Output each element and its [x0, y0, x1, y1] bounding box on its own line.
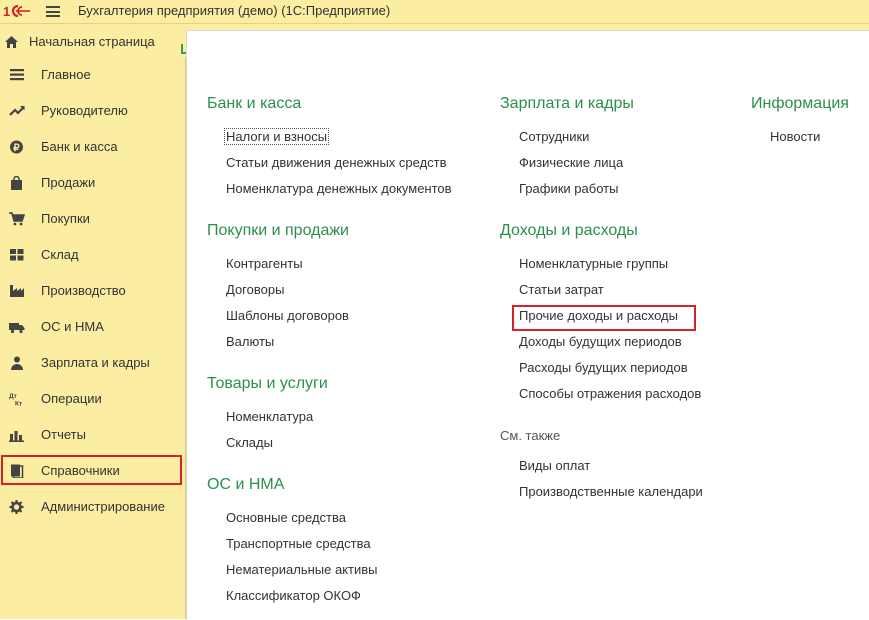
- section-title-purchases: Покупки и продажи: [207, 222, 349, 239]
- sidebar-item-label: ОС и НМА: [41, 319, 104, 334]
- gear-icon: [9, 500, 24, 514]
- link-other-income-expenses[interactable]: Прочие доходы и расходы: [519, 308, 678, 323]
- sidebar-item-label: Операции: [41, 391, 102, 406]
- sidebar-item-reports[interactable]: Отчеты: [0, 417, 185, 453]
- truck-icon: [9, 323, 25, 334]
- link-nomenclature-groups[interactable]: Номенклатурные группы: [519, 256, 668, 271]
- ruble-icon: ₽: [10, 140, 23, 154]
- link-contracts[interactable]: Договоры: [226, 282, 284, 297]
- bar-chart-icon: [9, 431, 24, 442]
- link-okof[interactable]: Классификатор ОКОФ: [226, 588, 361, 603]
- sidebar-item-operations[interactable]: Дт Кт Операции: [0, 381, 185, 417]
- link-production-calendars[interactable]: Производственные календари: [519, 484, 703, 499]
- sidebar-item-label: Зарплата и кадры: [41, 355, 150, 370]
- sidebar-item-sales[interactable]: Продажи: [0, 165, 185, 201]
- section-title-salary: Зарплата и кадры: [500, 95, 634, 112]
- tab-start-page[interactable]: Начальная страница: [0, 30, 177, 55]
- sidebar-item-label: Справочники: [41, 463, 120, 478]
- sidebar-item-administration[interactable]: Администрирование: [0, 489, 185, 525]
- 1c-logo-icon: 1: [3, 4, 30, 19]
- sidebar-item-main[interactable]: Главное: [0, 57, 185, 93]
- sidebar-item-label: Банк и касса: [41, 139, 118, 154]
- link-money-docs[interactable]: Номенклатура денежных документов: [226, 181, 452, 196]
- section-title-income: Доходы и расходы: [500, 222, 638, 239]
- sidebar-item-assets[interactable]: ОС и НМА: [0, 309, 185, 345]
- tab-start-page-label: Начальная страница: [29, 34, 155, 49]
- section-title-info: Информация: [751, 95, 849, 112]
- svg-text:₽: ₽: [13, 143, 20, 154]
- title-bar: 1 Бухгалтерия предприятия (демо) (1С:Пре…: [0, 0, 869, 24]
- sidebar-item-production[interactable]: Производство: [0, 273, 185, 309]
- cart-icon: [9, 212, 25, 226]
- link-cost-items[interactable]: Статьи затрат: [519, 282, 604, 297]
- link-individuals[interactable]: Физические лица: [519, 155, 623, 170]
- main-panel: Банк и касса Налоги и взносы Статьи движ…: [186, 30, 869, 620]
- link-expense-methods[interactable]: Способы отражения расходов: [519, 386, 701, 401]
- link-warehouses[interactable]: Склады: [226, 435, 273, 450]
- sidebar-item-label: Руководителю: [41, 103, 128, 118]
- main-menu-icon[interactable]: [46, 6, 60, 17]
- sidebar-item-salary[interactable]: Зарплата и кадры: [0, 345, 185, 381]
- link-schedules[interactable]: Графики работы: [519, 181, 618, 196]
- sidebar-item-label: Продажи: [41, 175, 96, 190]
- warehouse-grid-icon: [10, 249, 24, 261]
- link-payment-types[interactable]: Виды оплат: [519, 458, 590, 473]
- home-icon: [5, 36, 18, 48]
- menu-lines-icon: [10, 69, 24, 81]
- link-contract-templates[interactable]: Шаблоны договоров: [226, 308, 349, 323]
- link-counterparties[interactable]: Контрагенты: [226, 256, 303, 271]
- sidebar-item-label: Склад: [41, 247, 79, 262]
- link-vehicles[interactable]: Транспортные средства: [226, 536, 371, 551]
- sidebar-item-label: Главное: [41, 67, 91, 82]
- link-deferred-expenses[interactable]: Расходы будущих периодов: [519, 360, 688, 375]
- link-fixed-assets[interactable]: Основные средства: [226, 510, 346, 525]
- sidebar-item-label: Отчеты: [41, 427, 86, 442]
- section-title-assets: ОС и НМА: [207, 476, 285, 493]
- sidebar-item-warehouse[interactable]: Склад: [0, 237, 185, 273]
- shopping-bag-icon: [11, 176, 22, 190]
- sidebar: Главное Руководителю ₽ Банк и касса Прод…: [0, 57, 186, 619]
- link-currencies[interactable]: Валюты: [226, 334, 274, 349]
- svg-text:1: 1: [3, 4, 10, 19]
- svg-text:Кт: Кт: [15, 401, 22, 407]
- sidebar-item-bank[interactable]: ₽ Банк и касса: [0, 129, 185, 165]
- books-icon: [11, 464, 24, 478]
- sidebar-item-references[interactable]: Справочники: [0, 453, 185, 489]
- dt-kt-icon: ДтКт: [9, 393, 22, 407]
- link-nomenclature[interactable]: Номенклатура: [226, 409, 313, 424]
- link-news[interactable]: Новости: [770, 129, 820, 144]
- sidebar-item-label: Администрирование: [41, 499, 165, 514]
- person-icon: [11, 356, 23, 370]
- trend-up-icon: [9, 106, 25, 116]
- svg-text:Дт: Дт: [9, 393, 17, 400]
- link-intangibles[interactable]: Нематериальные активы: [226, 562, 378, 577]
- section-title-bank: Банк и касса: [207, 95, 302, 112]
- section-title-see-also: См. также: [500, 428, 561, 443]
- link-deferred-income[interactable]: Доходы будущих периодов: [519, 334, 682, 349]
- sidebar-item-director[interactable]: Руководителю: [0, 93, 185, 129]
- sidebar-item-label: Производство: [41, 283, 126, 298]
- link-cashflow-items[interactable]: Статьи движения денежных средств: [226, 155, 447, 170]
- factory-icon: [10, 285, 24, 297]
- app-title: Бухгалтерия предприятия (демо) (1С:Предп…: [78, 3, 391, 18]
- sidebar-item-purchases[interactable]: Покупки: [0, 201, 185, 237]
- link-taxes[interactable]: Налоги и взносы: [224, 128, 330, 145]
- sidebar-item-label: Покупки: [41, 211, 90, 226]
- link-employees[interactable]: Сотрудники: [519, 129, 589, 144]
- section-title-goods: Товары и услуги: [207, 375, 328, 392]
